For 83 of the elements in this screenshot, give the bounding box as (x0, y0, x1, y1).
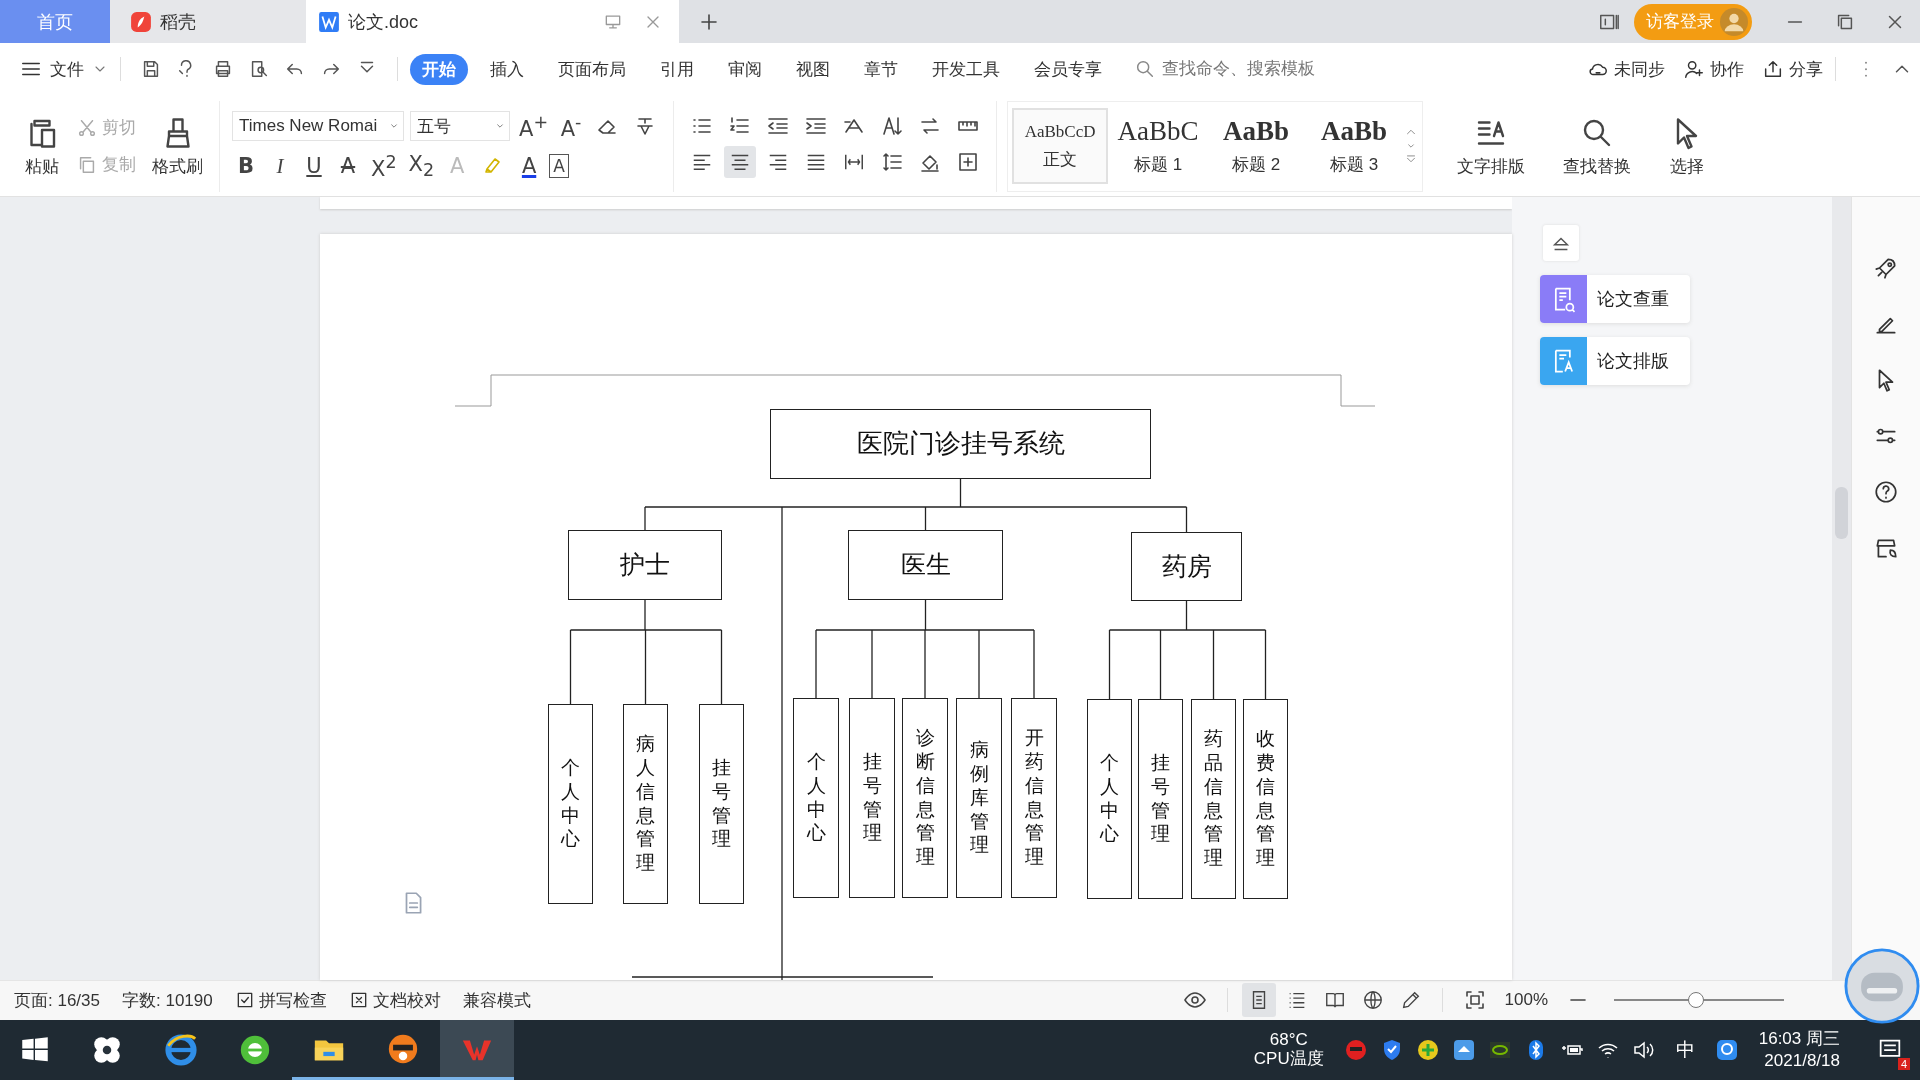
style-preset[interactable]: AaBb 标题 3 (1306, 108, 1403, 185)
diagram-node: 病例库管理 (956, 697, 1002, 898)
ribbon-tab[interactable]: 插入 (478, 53, 536, 85)
format-button[interactable]: A (549, 154, 570, 179)
cpu-temperature[interactable]: 68°C CPU温度 (1253, 1031, 1324, 1069)
file-menu[interactable]: 文件 (20, 57, 108, 81)
format-button[interactable]: U (300, 150, 328, 183)
ribbon-tab[interactable]: 会员专享 (1022, 53, 1114, 85)
notification-button[interactable]: 4 (1860, 1020, 1920, 1080)
tray-app-icon[interactable] (1451, 1038, 1476, 1062)
ribbon-tab[interactable]: 审阅 (716, 53, 774, 85)
ribbon-tab[interactable]: 开发工具 (920, 53, 1012, 85)
tool-button[interactable]: 选择 (1661, 114, 1714, 178)
style-preset[interactable]: AaBbCcD 正文 (1012, 108, 1109, 185)
action-button[interactable]: 未同步 (1587, 57, 1665, 81)
paste-button[interactable]: 粘贴 (20, 112, 64, 180)
style-preset[interactable]: AaBb 标题 2 (1208, 108, 1305, 185)
ribbon-tab[interactable]: 引用 (648, 53, 706, 85)
diagram-node: 护士 (568, 529, 722, 600)
help-icon[interactable] (1873, 478, 1900, 505)
diagram-node: 个人中心 (1087, 698, 1132, 899)
document-tab[interactable]: 论文.doc (306, 0, 679, 44)
format-button[interactable]: A (515, 150, 544, 183)
tool-button[interactable]: 查找替换 (1555, 114, 1640, 178)
search-field[interactable]: 查找命令、搜索模板 (1134, 58, 1364, 81)
align-center-button[interactable] (724, 146, 757, 179)
tab-label: 论文.doc (348, 10, 419, 34)
side-tool-button[interactable]: 论文排版 (1540, 336, 1690, 385)
action-button[interactable]: 协作 (1683, 57, 1744, 81)
scrollbar[interactable] (1832, 196, 1852, 980)
font-size-button[interactable]: A$^{+}$ (516, 110, 552, 143)
compat-mode: 兼容模式 (462, 989, 531, 1012)
diagram-node: 个人中心 (548, 703, 593, 904)
font-select[interactable]: Times New Romai (232, 111, 404, 142)
diagram-node: 挂号管理 (1138, 698, 1183, 899)
ribbon-tab[interactable]: 开始 (410, 53, 468, 85)
page-view-button[interactable] (1241, 983, 1276, 1018)
diagram-node: 医生 (848, 529, 1003, 600)
diagram-node: 诊断信息管理 (902, 697, 948, 898)
browser-icon (164, 1033, 198, 1067)
format-button[interactable]: X$^{2}$ (368, 150, 400, 183)
tool-button[interactable]: 文字排版 (1449, 114, 1534, 178)
web-view-icon (1361, 989, 1384, 1012)
format-button[interactable]: X$_{2}$ (405, 150, 438, 183)
diagram-node: 个人中心 (793, 697, 839, 898)
diagram-node: 病人信息管理 (623, 703, 668, 904)
globe-icon (238, 1033, 272, 1067)
collapse-button[interactable] (1543, 224, 1579, 261)
diagram-node: 挂号管理 (699, 703, 744, 904)
side-tool-button[interactable]: 论文查重 (1540, 274, 1690, 323)
format-button[interactable]: A (334, 150, 362, 183)
leaf-logo-icon (130, 10, 152, 33)
document-logo-icon (318, 10, 340, 33)
input-method[interactable]: 中 (1675, 1037, 1695, 1063)
proofread-button[interactable]: 文档校对 (348, 988, 441, 1012)
notification-badge: 4 (1897, 1058, 1910, 1070)
font-size-select[interactable]: 五号 (410, 111, 510, 142)
format-button[interactable]: B (232, 150, 260, 183)
diagram-node: 药品信息管理 (1191, 698, 1236, 899)
docer-tab[interactable]: 稻壳 (110, 0, 306, 44)
format-painter-button[interactable]: 格式刷 (148, 112, 207, 180)
font-size-button[interactable]: A$^{-}$ (557, 110, 586, 143)
ribbon-tab[interactable]: 章节 (852, 53, 910, 85)
zoom-select[interactable]: 100% (1504, 990, 1548, 1011)
user-plus-icon (1683, 58, 1705, 81)
format-button[interactable]: I (266, 150, 294, 183)
spell-check-button[interactable]: 拼写检查 (234, 988, 327, 1012)
diagram-node: 医院门诊挂号系统 (770, 408, 1151, 479)
style-preset[interactable]: AaBbC 标题 1 (1110, 108, 1207, 185)
tray-app-icon[interactable] (1714, 1038, 1739, 1062)
clock[interactable]: 16:03 周三 2021/8/18 (1758, 1027, 1840, 1073)
diagram-node: 挂号管理 (849, 697, 895, 898)
diagram-node: 开药信息管理 (1011, 697, 1057, 898)
tab-label: 稻壳 (160, 10, 196, 34)
word-count: 字数: 10190 (122, 989, 213, 1012)
ribbon-tab[interactable]: 页面布局 (546, 53, 638, 85)
ribbon-tab[interactable]: 视图 (784, 53, 842, 85)
page-count: 页面: 16/35 (14, 989, 100, 1012)
action-button[interactable]: 分享 (1762, 57, 1823, 81)
diagram-node: 药房 (1131, 531, 1242, 601)
diagram-node: 收费信息管理 (1243, 698, 1288, 899)
plus-circle-icon[interactable] (1415, 1038, 1440, 1062)
avatar-icon (1720, 7, 1748, 36)
